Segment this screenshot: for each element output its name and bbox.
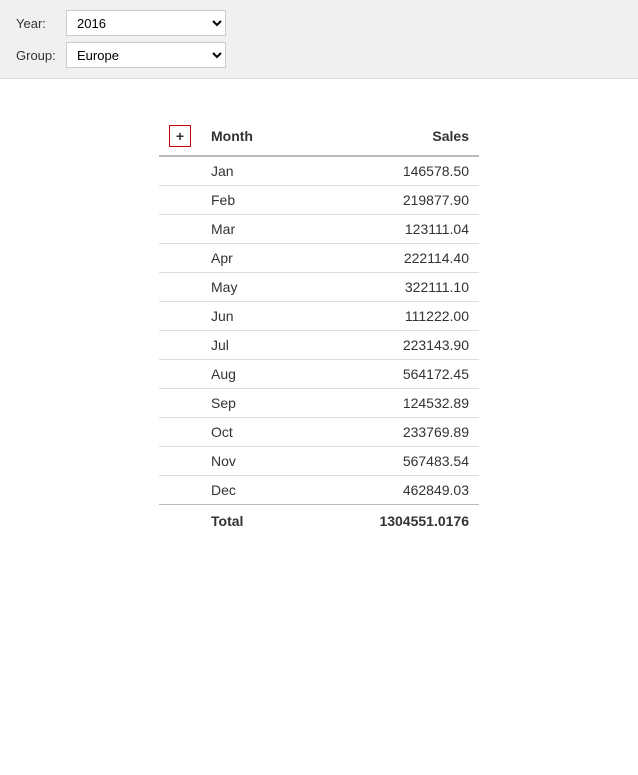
- table-row: Oct 233769.89: [159, 418, 479, 447]
- content-area: + Month Sales Jan 146578.50 Feb 219877.9…: [0, 79, 638, 555]
- year-select[interactable]: 2016 2017 2018: [66, 10, 226, 36]
- row-month: May: [201, 273, 301, 302]
- row-month: Nov: [201, 447, 301, 476]
- row-month: Jul: [201, 331, 301, 360]
- year-filter-row: Year: 2016 2017 2018: [16, 10, 622, 36]
- sales-table: + Month Sales Jan 146578.50 Feb 219877.9…: [159, 119, 479, 535]
- row-sales: 222114.40: [301, 244, 479, 273]
- table-row: Jul 223143.90: [159, 331, 479, 360]
- table-header-row: + Month Sales: [159, 119, 479, 156]
- row-sales: 462849.03: [301, 476, 479, 505]
- row-sales: 219877.90: [301, 186, 479, 215]
- row-expand-cell: [159, 331, 201, 360]
- table-row: Sep 124532.89: [159, 389, 479, 418]
- row-month: Sep: [201, 389, 301, 418]
- row-expand-cell: [159, 215, 201, 244]
- row-expand-cell: [159, 389, 201, 418]
- row-sales: 124532.89: [301, 389, 479, 418]
- row-sales: 233769.89: [301, 418, 479, 447]
- table-row: Aug 564172.45: [159, 360, 479, 389]
- sales-header: Sales: [301, 119, 479, 156]
- row-month: Apr: [201, 244, 301, 273]
- row-sales: 567483.54: [301, 447, 479, 476]
- group-filter-row: Group: Europe Americas Asia: [16, 42, 622, 68]
- table-row: Dec 462849.03: [159, 476, 479, 505]
- group-label: Group:: [16, 48, 58, 63]
- month-header: Month: [201, 119, 301, 156]
- row-expand-cell: [159, 186, 201, 215]
- table-row: Mar 123111.04: [159, 215, 479, 244]
- total-row: Total 1304551.0176: [159, 505, 479, 536]
- table-row: Jun 111222.00: [159, 302, 479, 331]
- row-expand-cell: [159, 476, 201, 505]
- row-expand-cell: [159, 418, 201, 447]
- row-month: Feb: [201, 186, 301, 215]
- row-sales: 123111.04: [301, 215, 479, 244]
- row-sales: 111222.00: [301, 302, 479, 331]
- expand-header: +: [159, 119, 201, 156]
- row-month: Aug: [201, 360, 301, 389]
- row-expand-cell: [159, 156, 201, 186]
- row-month: Jan: [201, 156, 301, 186]
- expand-icon[interactable]: +: [169, 125, 191, 147]
- row-month: Jun: [201, 302, 301, 331]
- total-expand-cell: [159, 505, 201, 536]
- row-sales: 223143.90: [301, 331, 479, 360]
- table-row: Jan 146578.50: [159, 156, 479, 186]
- table-row: Nov 567483.54: [159, 447, 479, 476]
- total-value: 1304551.0176: [301, 505, 479, 536]
- table-row: Feb 219877.90: [159, 186, 479, 215]
- row-sales: 146578.50: [301, 156, 479, 186]
- row-month: Oct: [201, 418, 301, 447]
- row-expand-cell: [159, 447, 201, 476]
- table-row: Apr 222114.40: [159, 244, 479, 273]
- filter-bar: Year: 2016 2017 2018 Group: Europe Ameri…: [0, 0, 638, 79]
- year-label: Year:: [16, 16, 58, 31]
- row-expand-cell: [159, 244, 201, 273]
- group-select[interactable]: Europe Americas Asia: [66, 42, 226, 68]
- row-month: Mar: [201, 215, 301, 244]
- table-row: May 322111.10: [159, 273, 479, 302]
- row-expand-cell: [159, 360, 201, 389]
- row-sales: 322111.10: [301, 273, 479, 302]
- total-label: Total: [201, 505, 301, 536]
- row-expand-cell: [159, 273, 201, 302]
- row-month: Dec: [201, 476, 301, 505]
- row-expand-cell: [159, 302, 201, 331]
- row-sales: 564172.45: [301, 360, 479, 389]
